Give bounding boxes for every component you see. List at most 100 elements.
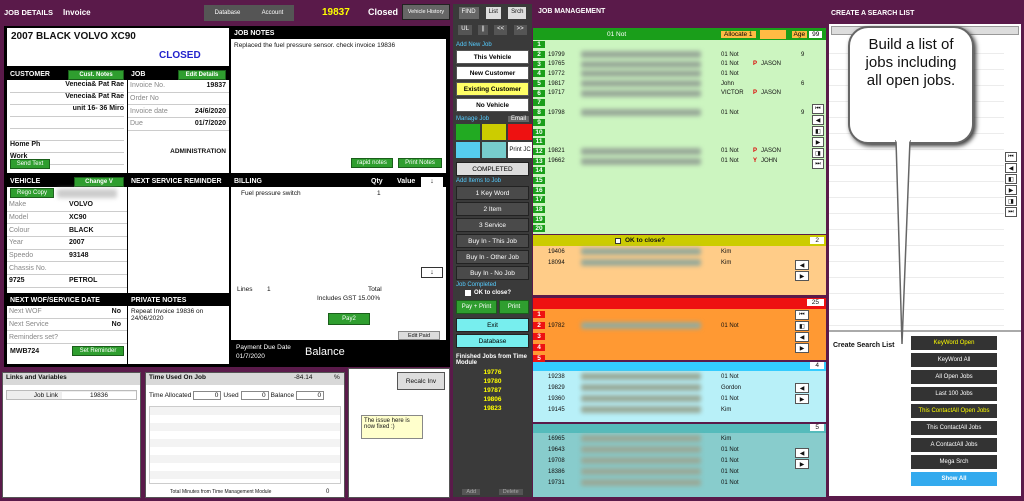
prev-icon[interactable]: ◀ [795,383,809,393]
job-row[interactable]: 12 19821 01 Not P JASON [533,147,826,157]
search-option-button[interactable]: Show All [911,472,997,486]
ok-close-checkbox[interactable] [615,237,621,244]
job-row[interactable]: 11 [533,137,826,147]
job-row[interactable]: 19708 01 Not [533,455,826,466]
prev-icon[interactable]: ◀ [795,448,809,458]
time-allocated-value[interactable]: 0 [193,391,222,400]
pay-print-button[interactable]: Pay + Print [456,300,498,314]
job-row[interactable]: 13 19662 01 Not Y JOHN [533,156,826,166]
private-notes-text[interactable]: Repeat Invoice 19836 on 24/06/2020 [128,306,229,324]
first-icon[interactable]: ⏮ [1005,152,1017,162]
job-number[interactable]: 19821 [545,148,581,154]
new-customer-button[interactable]: New Customer [456,66,529,80]
job-number[interactable]: 19717 [545,90,581,96]
job-number[interactable]: 19731 [545,480,581,486]
job-row[interactable]: 1 [533,40,826,50]
doc-next-icon[interactable]: ◨ [812,148,824,158]
edit-details-button[interactable]: Edit Details [178,69,226,80]
job-number[interactable]: 19817 [545,81,581,87]
add-button[interactable]: Add [462,489,481,495]
no-vehicle-button[interactable]: No Vehicle [456,98,529,112]
doc-prev-icon[interactable]: ◧ [1005,174,1017,184]
job-row[interactable]: 18 [533,205,826,215]
job-row[interactable]: 19238 01 Not [533,371,826,382]
job-row[interactable]: 16965 Kim [533,433,826,444]
dropdown-icon[interactable]: ↓ [421,177,443,187]
send-text-button[interactable]: Send Text [10,159,50,169]
job-row[interactable]: 17 [533,195,826,205]
job-notes-text[interactable]: Replaced the fuel pressure sensor. check… [231,39,446,52]
job-row[interactable]: 19731 01 Not [533,477,826,488]
find-button[interactable]: FIND [458,7,479,19]
search-button[interactable]: Srch [508,7,527,19]
job-row[interactable]: 18386 01 Not [533,466,826,477]
keyword-button[interactable]: 1 Key Word [456,186,529,200]
prev-icon[interactable]: ◀ [1005,163,1017,173]
search-option-button[interactable]: All Open Jobs [911,370,997,384]
prev-icon[interactable]: ◀ [812,115,824,125]
buy-in-no-job-button[interactable]: Buy In - No Job [456,266,529,280]
completed-button[interactable]: COMPLETED [456,162,529,176]
print-jc-button[interactable]: Print JC [508,142,532,158]
time-used-value[interactable]: 0 [240,391,269,400]
job-number[interactable]: 19765 [545,61,581,67]
account-tab[interactable]: Account [262,10,284,16]
job-row[interactable]: 16 [533,185,826,195]
job-row[interactable]: 19406 Kim [533,246,826,257]
job-row[interactable]: 9 [533,118,826,128]
database-tab[interactable]: Database [215,10,241,16]
first-icon[interactable]: ⏮ [812,104,824,114]
search-option-button[interactable]: KeyWord All [911,353,997,367]
job-row[interactable]: 2 19799 01 Not 9 [533,50,826,60]
database-button[interactable]: Database [456,334,529,348]
next-icon[interactable]: ▶ [795,343,809,353]
search-option-button[interactable]: A ContactAll Jobs [911,438,997,452]
color-yellow-swatch[interactable] [482,124,506,140]
existing-customer-button[interactable]: Existing Customer [456,82,529,96]
job-row[interactable]: 6 19717 VICTOR P JASON [533,88,826,98]
job-number[interactable]: 19708 [545,458,581,464]
finished-job[interactable]: 19776 [453,368,532,377]
job-number[interactable]: 19145 [545,407,581,413]
billing-item[interactable]: Fuel pressure switch [241,190,301,197]
doc-prev-icon[interactable]: ◧ [795,321,809,331]
email-button[interactable]: Email [507,116,529,122]
doc-next-icon[interactable]: ◨ [1005,196,1017,206]
job-number[interactable]: 16965 [545,436,581,442]
buy-in-other-job-button[interactable]: Buy In - Other Job [456,250,529,264]
next-icon[interactable]: ▶ [1005,185,1017,195]
prev-icon[interactable]: ◀ [795,260,809,270]
job-row[interactable]: 2 19782 01 Not [533,320,826,331]
job-row[interactable]: 20 [533,224,826,234]
last-icon[interactable]: ⏭ [1005,207,1017,217]
job-row[interactable]: 19145 Kim [533,404,826,415]
finished-job[interactable]: 19823 [453,404,532,413]
job-row[interactable]: 19 [533,214,826,224]
this-vehicle-button[interactable]: This Vehicle [456,50,529,64]
rapid-notes-button[interactable]: rapid notes [351,158,393,168]
list-button[interactable]: List [485,7,501,19]
buy-in-this-job-button[interactable]: Buy In - This Job [456,234,529,248]
job-row[interactable]: 8 19798 01 Not 9 [533,108,826,118]
job-number[interactable]: 19798 [545,110,581,116]
allocate-button[interactable]: Allocate 1 [721,30,756,38]
color-teal-swatch[interactable] [482,142,506,158]
nav-button[interactable]: UL [458,25,472,35]
job-row[interactable]: 19643 01 Not [533,444,826,455]
job-number[interactable]: 19360 [545,396,581,402]
search-option-button[interactable]: KeyWord Open [911,336,997,350]
last-icon[interactable]: ⏭ [812,159,824,169]
edit-paid-button[interactable]: Edit Paid [398,331,440,340]
next-service-value[interactable]: No [67,321,127,328]
finished-job[interactable]: 19787 [453,386,532,395]
change-vehicle-button[interactable]: Change V [74,176,124,187]
time-balance-value[interactable]: 0 [296,391,325,400]
job-number[interactable]: 19782 [545,323,581,329]
job-number[interactable]: 19662 [545,158,581,164]
search-option-button[interactable]: This ContactAll Open Jobs [911,404,997,418]
color-cyan-swatch[interactable] [456,142,480,158]
job-row[interactable]: 3 19765 01 Not P JASON [533,59,826,69]
print-button[interactable]: Print [499,300,529,314]
prev-icon[interactable]: ◀ [795,332,809,342]
next-icon[interactable]: ▶ [795,271,809,281]
